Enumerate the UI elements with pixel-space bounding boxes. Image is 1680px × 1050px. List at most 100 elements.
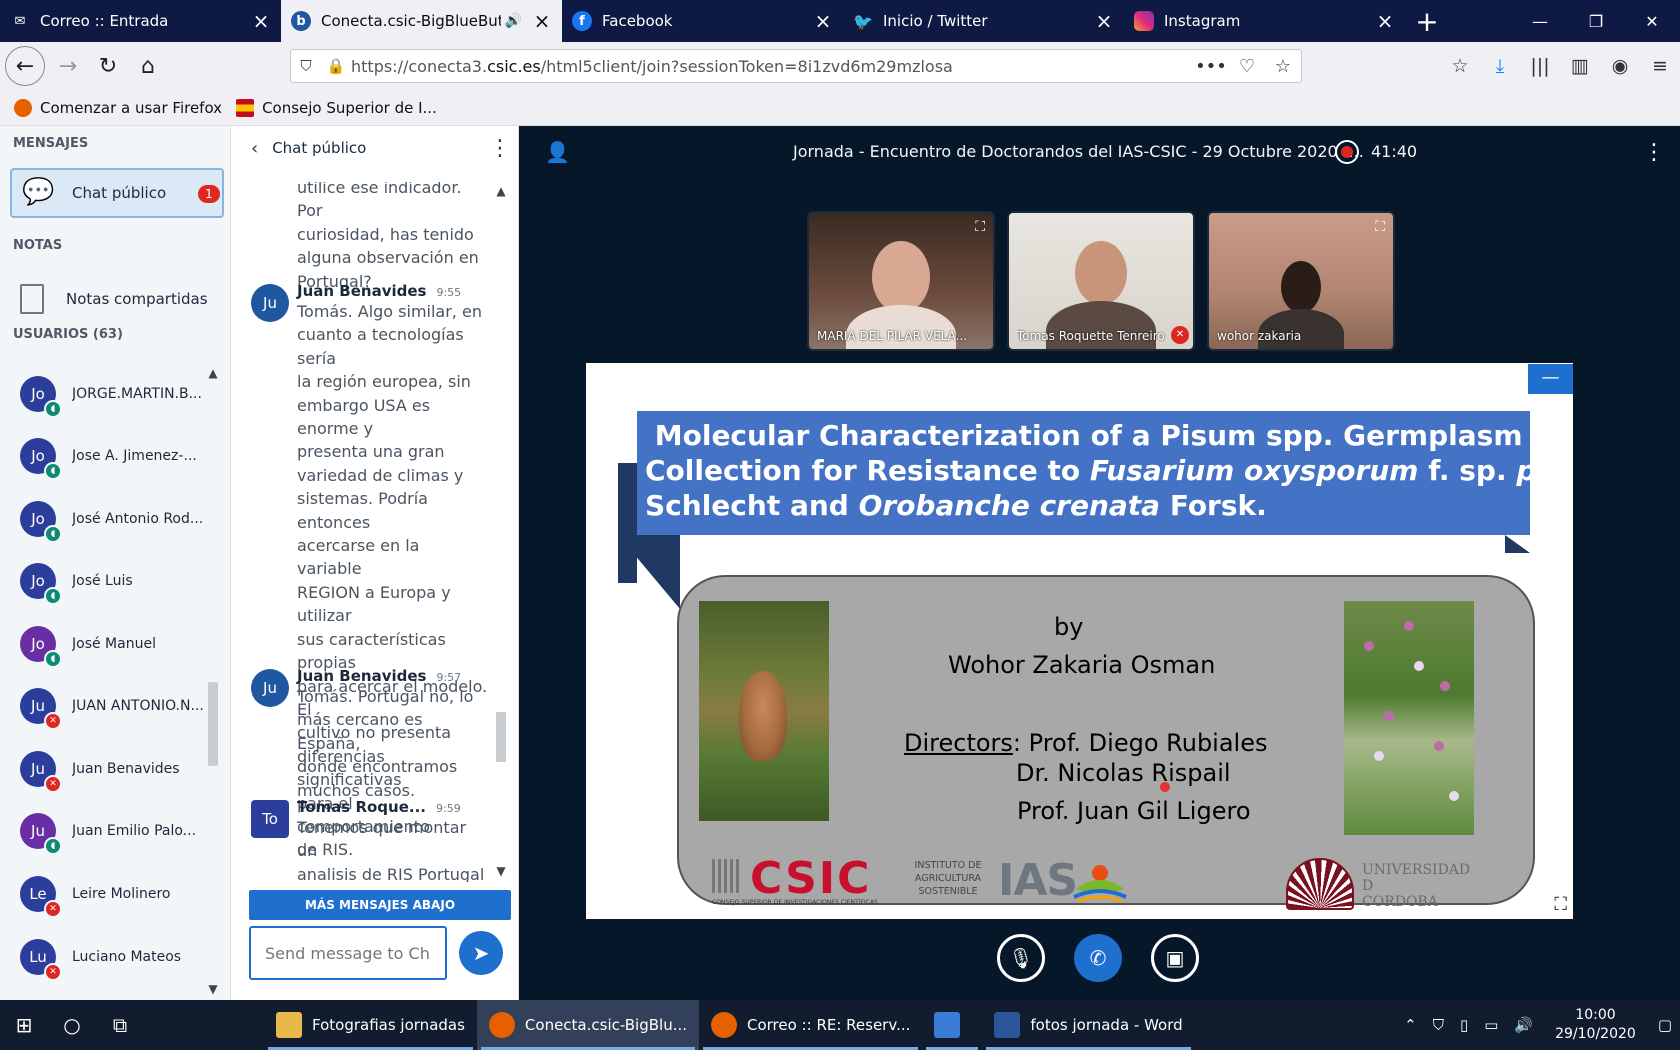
close-icon[interactable]: × [813,9,833,33]
video-name: Tomas Roquette Tenreiro [1017,329,1165,343]
user-item[interactable]: Jo ◖ José Manuel [20,614,210,674]
scroll-down-icon[interactable]: ▼ [206,982,220,996]
tab-bigbluebutton[interactable]: b Conecta.csic-BigBlueButton 🔊 × [281,0,562,42]
scroll-up-icon[interactable]: ▲ [206,366,220,380]
taskbar-app-computer[interactable] [922,1000,982,1050]
search-icon[interactable]: ○ [48,1000,96,1050]
minimize-icon[interactable]: — [1512,0,1568,42]
bookmark-firefox[interactable]: Comenzar a usar Firefox [14,98,222,117]
video-tile[interactable]: ⛶ MARIA DEL PILAR VELA... [807,211,995,351]
scrollbar-thumb[interactable] [496,712,506,762]
user-item[interactable]: Ju ✕ Juan Benavides [20,739,210,799]
library-icon[interactable]: ||| [1520,55,1560,77]
user-item[interactable]: Jo ◖ Jose A. Jimenez-... [20,426,210,486]
headset-icon: ◖ [44,650,62,668]
menu-icon[interactable]: ≡ [1640,55,1680,77]
close-icon[interactable]: × [1094,9,1114,33]
avatar: Jo ◖ [20,626,62,668]
new-tab-button[interactable]: + [1405,0,1449,42]
pocket-icon[interactable]: ♡ [1229,56,1265,77]
mute-mic-button[interactable]: 🎙 [997,934,1045,982]
more-options-icon[interactable]: ⋮ [489,136,511,161]
more-actions-icon[interactable]: ••• [1193,56,1229,77]
user-item[interactable]: Jo ◖ JORGE.MARTIN.B... [20,364,210,424]
video-toggle-button[interactable]: ▣ [1151,934,1199,982]
collections-icon[interactable]: ☆ [1440,55,1480,77]
reload-button[interactable]: ↻ [91,49,125,83]
slide-author: Wohor Zakaria Osman [948,651,1216,679]
close-icon[interactable]: × [532,9,552,33]
back-button[interactable]: ← [5,46,45,86]
shared-notes-link[interactable]: Notas compartidas [10,274,224,324]
options-menu-icon[interactable]: ⋮ [1643,140,1665,165]
more-messages-button[interactable]: MÁS MENSAJES ABAJO [249,890,511,920]
sidebar-icon[interactable]: ▥ [1560,55,1600,77]
bookmark-star-icon[interactable]: ☆ [1265,56,1301,77]
close-window-icon[interactable]: ✕ [1624,0,1680,42]
mail-icon: ✉ [14,13,26,29]
tab-facebook[interactable]: f Facebook × [562,0,843,42]
user-item[interactable]: Jo ◖ José Luis [20,551,210,611]
taskbar-app-explorer[interactable]: Fotografias jornadas [264,1000,477,1050]
security-icon[interactable]: ⛉ [1425,1016,1452,1034]
chevron-left-icon[interactable]: ‹ [251,138,258,159]
tab-correo[interactable]: ✉ Correo :: Entrada × [0,0,281,42]
shield-icon[interactable]: ⛉ [291,57,321,75]
user-item[interactable]: Lu ✕ Luciano Mateos [20,927,210,987]
fullscreen-icon[interactable]: ⛶ [975,219,985,235]
audio-button[interactable]: ✆ [1074,934,1122,982]
send-message-button[interactable]: ➤ [459,931,503,975]
user-list-toggle-icon[interactable]: 👤 [545,140,570,164]
chevron-up-icon[interactable]: ⌃ [1396,1016,1425,1034]
forward-button[interactable]: → [51,49,85,83]
lock-icon[interactable]: 🔒 [321,57,351,75]
user-item[interactable]: Le ✕ Leire Molinero [20,864,210,924]
tab-instagram[interactable]: Instagram × [1124,0,1405,42]
shared-notes-label: Notas compartidas [66,290,208,308]
scroll-up-icon[interactable]: ▲ [493,184,509,198]
headset-icon: ◖ [44,525,62,543]
chat-scrollbar[interactable]: ▲ ▼ [493,182,509,882]
close-icon[interactable]: × [251,9,271,33]
url-text[interactable]: https://conecta3.csic.es/html5client/joi… [351,57,1193,76]
recording-indicator-icon[interactable] [1335,140,1359,164]
restore-icon[interactable]: ❐ [1568,0,1624,42]
fullscreen-icon[interactable]: ⛶ [1554,894,1567,915]
tab-twitter[interactable]: 🐦 Inicio / Twitter × [843,0,1124,42]
mic-off-icon: 🎙 [1008,946,1034,970]
windows-start-icon[interactable]: ⊞ [0,1000,48,1050]
taskbar-app-firefox[interactable]: Conecta.csic-BigBlu... [476,1000,699,1050]
battery-icon[interactable]: ▯ [1452,1016,1476,1034]
taskbar-app-firefox-mail[interactable]: Correo :: RE: Reserv... [699,1000,922,1050]
avatar: Jo ◖ [20,438,62,480]
volume-icon[interactable]: 🔊 [1506,1016,1541,1034]
video-tile[interactable]: Tomas Roquette Tenreiro ✕ [1007,211,1195,351]
account-icon[interactable]: ◉ [1600,55,1640,77]
user-item[interactable]: Jo ◖ José Antonio Rod... [20,489,210,549]
scrollbar-thumb[interactable] [208,682,218,766]
bookmark-csic[interactable]: Consejo Superior de I... [236,98,437,117]
task-view-icon[interactable]: ⧉ [96,1000,144,1050]
taskbar-app-word[interactable]: fotos jornada - Word [982,1000,1194,1050]
public-chat-link[interactable]: 💬 Chat público 1 [10,168,224,218]
video-tile[interactable]: ⛶ wohor zakaria [1207,211,1395,351]
home-button[interactable]: ⌂ [131,49,165,83]
user-list-scrollbar[interactable]: ▲ ▼ [206,364,220,1000]
chat-panel: ‹ Chat público ⋮ utilice ese indicador. … [231,126,519,1000]
user-item[interactable]: Ju ✕ JUAN ANTONIO.N... [20,676,210,736]
minimize-presentation-button[interactable]: — [1528,364,1573,394]
firefox-icon [711,1012,737,1038]
notifications-icon[interactable]: ▢ [1650,1016,1680,1034]
chat-message-input[interactable] [249,926,447,980]
user-name: Leire Molinero [72,886,171,902]
network-icon[interactable]: ▭ [1476,1016,1506,1034]
clock[interactable]: 10:00 29/10/2020 [1541,1006,1650,1044]
scroll-down-icon[interactable]: ▼ [493,864,509,878]
fullscreen-icon[interactable]: ⛶ [1375,219,1385,235]
close-icon[interactable]: × [1375,9,1395,33]
download-icon[interactable]: ⤓ [1480,55,1520,77]
user-item[interactable]: Ju ◖ Juan Emilio Palo... [20,801,210,861]
url-bar[interactable]: ⛉ 🔒 https://conecta3.csic.es/html5client… [290,49,1302,83]
speaker-icon[interactable]: 🔊 [505,13,522,29]
muted-mic-icon: ✕ [44,775,62,793]
